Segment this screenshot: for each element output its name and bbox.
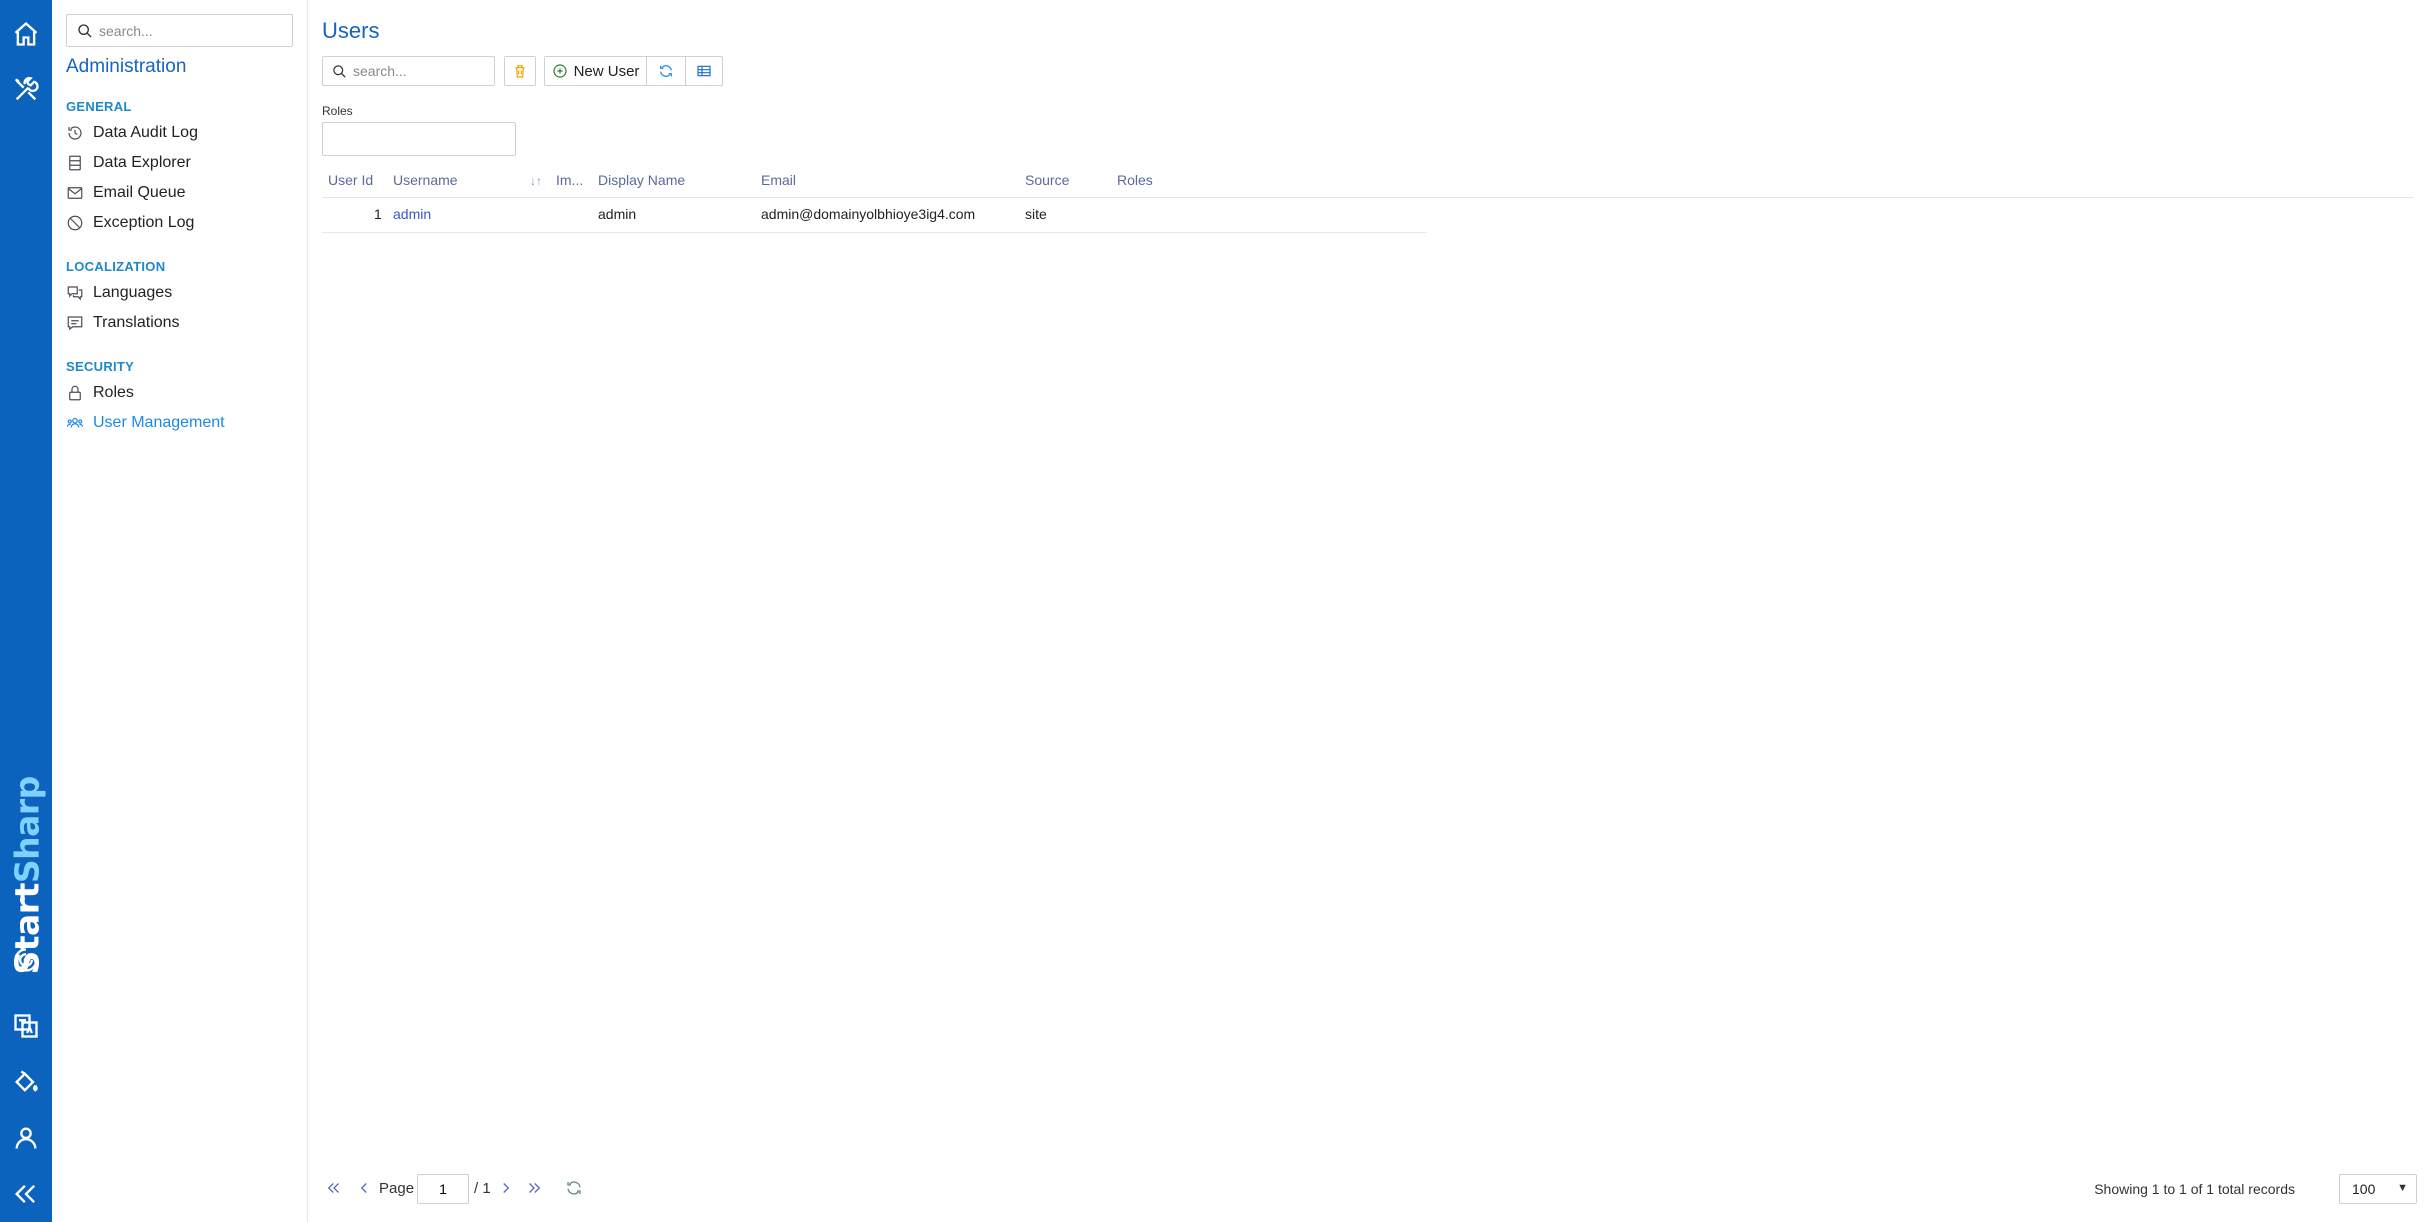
sidebar-item-label: Email Queue bbox=[93, 184, 186, 201]
double-chevron-right-icon bbox=[529, 1183, 541, 1193]
column-header-roles[interactable]: Roles bbox=[1117, 172, 1153, 188]
search-icon bbox=[333, 65, 346, 78]
sidebar-item-label: Data Audit Log bbox=[93, 124, 198, 141]
grid-search-input[interactable] bbox=[353, 61, 488, 81]
sidebar-item-label: Languages bbox=[93, 284, 173, 301]
refresh-icon bbox=[660, 65, 672, 77]
records-status: Showing 1 to 1 of 1 total records bbox=[2094, 1181, 2295, 1197]
sort-icon[interactable]: ↓↑ bbox=[530, 174, 542, 188]
double-chevron-left-icon bbox=[327, 1183, 339, 1193]
first-page-button[interactable] bbox=[324, 1178, 344, 1198]
last-page-button[interactable] bbox=[524, 1178, 544, 1198]
pager-refresh-button[interactable] bbox=[564, 1178, 584, 1198]
cell-username-link[interactable]: admin bbox=[393, 206, 431, 222]
translate-icon[interactable] bbox=[10, 1010, 42, 1042]
refresh-button[interactable] bbox=[646, 56, 686, 86]
page-size-select[interactable]: 100 ▼ bbox=[2339, 1174, 2417, 1204]
total-pages: / 1 bbox=[474, 1180, 491, 1197]
chevron-down-icon: ▼ bbox=[2397, 1182, 2408, 1194]
group-localization: LOCALIZATION bbox=[66, 259, 166, 274]
sidebar-item-label: Translations bbox=[93, 314, 180, 331]
sidebar-item-exception-log[interactable]: Exception Log bbox=[66, 210, 296, 236]
table-icon bbox=[697, 65, 711, 77]
sidebar-item-languages[interactable]: Languages bbox=[66, 280, 296, 306]
tools-icon[interactable] bbox=[10, 74, 42, 106]
sidebar-item-translations[interactable]: Translations bbox=[66, 310, 296, 336]
next-page-button[interactable] bbox=[496, 1178, 516, 1198]
page-label: Page bbox=[379, 1180, 415, 1197]
database-icon bbox=[66, 154, 84, 172]
collapse-icon[interactable] bbox=[10, 1178, 42, 1210]
column-header-username[interactable]: Username bbox=[393, 172, 458, 188]
page-title: Users bbox=[322, 18, 380, 43]
history-icon bbox=[66, 124, 84, 142]
roles-filter-input[interactable] bbox=[322, 122, 516, 156]
app-rail: StartSharp bbox=[0, 0, 52, 1222]
column-header-display-name[interactable]: Display Name bbox=[598, 172, 685, 188]
column-header-email[interactable]: Email bbox=[761, 172, 796, 188]
roles-filter-label: Roles bbox=[322, 104, 353, 118]
sidebar-search-input[interactable] bbox=[99, 20, 284, 42]
grid-search[interactable] bbox=[322, 56, 495, 86]
users-icon bbox=[66, 414, 84, 432]
new-user-button[interactable]: New User bbox=[544, 56, 647, 86]
page-number-input[interactable] bbox=[417, 1174, 469, 1204]
column-header-source[interactable]: Source bbox=[1025, 172, 1069, 188]
plus-circle-icon bbox=[552, 64, 567, 78]
cell-display-name: admin bbox=[598, 206, 637, 222]
group-general: GENERAL bbox=[66, 99, 132, 114]
refresh-icon bbox=[567, 1181, 581, 1195]
sidebar-item-data-audit-log[interactable]: Data Audit Log bbox=[66, 120, 296, 146]
chevron-right-icon bbox=[503, 1183, 510, 1193]
previous-page-button[interactable] bbox=[354, 1178, 374, 1198]
sidebar-search[interactable] bbox=[66, 14, 293, 47]
cell-user-id: 1 bbox=[374, 206, 382, 222]
cell-email: admin@domainyolbhioye3ig4.com bbox=[761, 206, 976, 222]
ban-icon bbox=[66, 214, 84, 232]
sidebar-item-data-explorer[interactable]: Data Explorer bbox=[66, 150, 296, 176]
cell-source: site bbox=[1025, 206, 1047, 222]
sidebar-item-email-queue[interactable]: Email Queue bbox=[66, 180, 296, 206]
page-size-value: 100 bbox=[2352, 1181, 2376, 1197]
search-icon bbox=[78, 24, 92, 38]
comment-text-icon bbox=[66, 314, 84, 332]
envelope-icon bbox=[66, 184, 84, 202]
main-content: Users New User Roles User Id Username ↓↑… bbox=[322, 0, 2417, 1222]
sidebar-item-label: Data Explorer bbox=[93, 154, 191, 171]
grid-header: User Id Username ↓↑ Im... Display Name E… bbox=[322, 168, 2414, 198]
clear-filters-button[interactable] bbox=[504, 56, 536, 86]
home-icon[interactable] bbox=[10, 18, 42, 50]
user-icon[interactable] bbox=[10, 1122, 42, 1154]
column-picker-button[interactable] bbox=[685, 56, 723, 86]
column-header-user-id[interactable]: User Id bbox=[328, 172, 373, 188]
lock-icon bbox=[66, 384, 84, 402]
sidebar: Administration GENERAL Data Audit Log Da… bbox=[52, 0, 308, 1222]
logo-swirl-icon bbox=[10, 944, 42, 976]
paint-bucket-icon[interactable] bbox=[10, 1066, 42, 1098]
comments-icon bbox=[66, 284, 84, 302]
sidebar-item-label: Roles bbox=[93, 384, 134, 401]
new-user-label: New User bbox=[573, 62, 640, 80]
trash-icon bbox=[515, 65, 525, 78]
column-header-image[interactable]: Im... bbox=[556, 172, 583, 188]
sidebar-item-roles[interactable]: Roles bbox=[66, 380, 296, 406]
chevron-left-icon bbox=[360, 1183, 367, 1193]
sidebar-title: Administration bbox=[66, 56, 187, 77]
pager: Page / 1 Showing 1 to 1 of 1 total recor… bbox=[322, 1172, 2417, 1206]
sidebar-item-user-management[interactable]: User Management bbox=[66, 410, 296, 436]
table-row[interactable]: 1 admin admin admin@domainyolbhioye3ig4.… bbox=[322, 199, 1427, 233]
group-security: SECURITY bbox=[66, 359, 135, 374]
sidebar-item-label: User Management bbox=[93, 414, 225, 431]
sidebar-item-label: Exception Log bbox=[93, 214, 195, 231]
